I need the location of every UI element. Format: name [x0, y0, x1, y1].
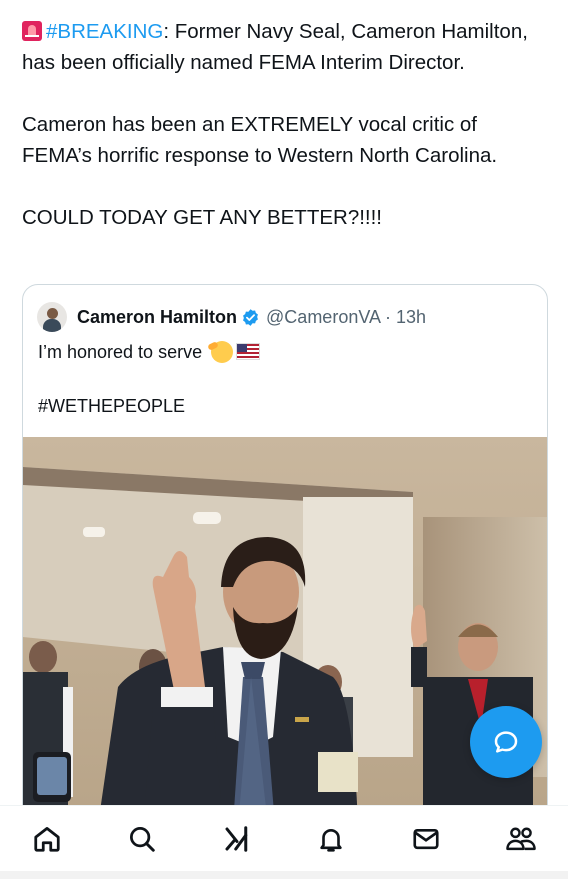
- home-icon: [34, 827, 60, 852]
- saluting-face-icon: [211, 341, 234, 363]
- chat-bubble-icon: [494, 731, 518, 753]
- avatar[interactable]: [37, 302, 67, 332]
- bottom-navigation: [0, 805, 568, 872]
- post-paragraph-2: Cameron has been an EXTREMELY vocal crit…: [22, 113, 498, 167]
- quoted-hashtag[interactable]: #WETHEPEOPLE: [38, 391, 528, 421]
- nav-communities[interactable]: [498, 816, 544, 862]
- nav-grok[interactable]: [214, 816, 260, 862]
- quoted-author-handle-time[interactable]: @CameronVA · 13h: [266, 307, 426, 328]
- nav-search[interactable]: [119, 816, 165, 862]
- search-icon: [129, 827, 155, 852]
- quoted-line-1: I’m honored to serve: [38, 337, 528, 367]
- quoted-line-1-text: I’m honored to serve: [38, 342, 203, 362]
- post-paragraph-3: COULD TODAY GET ANY BETTER?!!!!: [22, 206, 383, 229]
- quoted-post-header: Cameron Hamilton @CameronVA · 13h: [37, 302, 426, 332]
- post-body: #BREAKING: Former Navy Seal, Cameron Ham…: [22, 16, 552, 233]
- bell-icon: [320, 829, 342, 852]
- quoted-post-photo[interactable]: [23, 437, 547, 825]
- nav-messages[interactable]: [403, 816, 449, 862]
- nav-notifications[interactable]: [308, 816, 354, 862]
- police-light-icon: [22, 21, 42, 41]
- compose-chat-button[interactable]: [470, 706, 542, 778]
- nav-home[interactable]: [24, 816, 70, 862]
- verified-badge-icon: [241, 308, 260, 327]
- mail-icon: [413, 828, 439, 850]
- people-icon: [505, 827, 536, 851]
- quoted-post-card[interactable]: Cameron Hamilton @CameronVA · 13h I’m ho…: [22, 284, 548, 826]
- quoted-author-name[interactable]: Cameron Hamilton: [77, 307, 237, 328]
- post-paragraph-1: #BREAKING: Former Navy Seal, Cameron Ham…: [22, 16, 552, 78]
- quoted-post-text: I’m honored to serve #WETHEPEOPLE: [38, 337, 528, 421]
- system-gesture-bar: [0, 871, 568, 879]
- grok-icon: [225, 826, 247, 852]
- us-flag-icon: [236, 343, 261, 360]
- hashtag-breaking[interactable]: #BREAKING: [46, 20, 163, 43]
